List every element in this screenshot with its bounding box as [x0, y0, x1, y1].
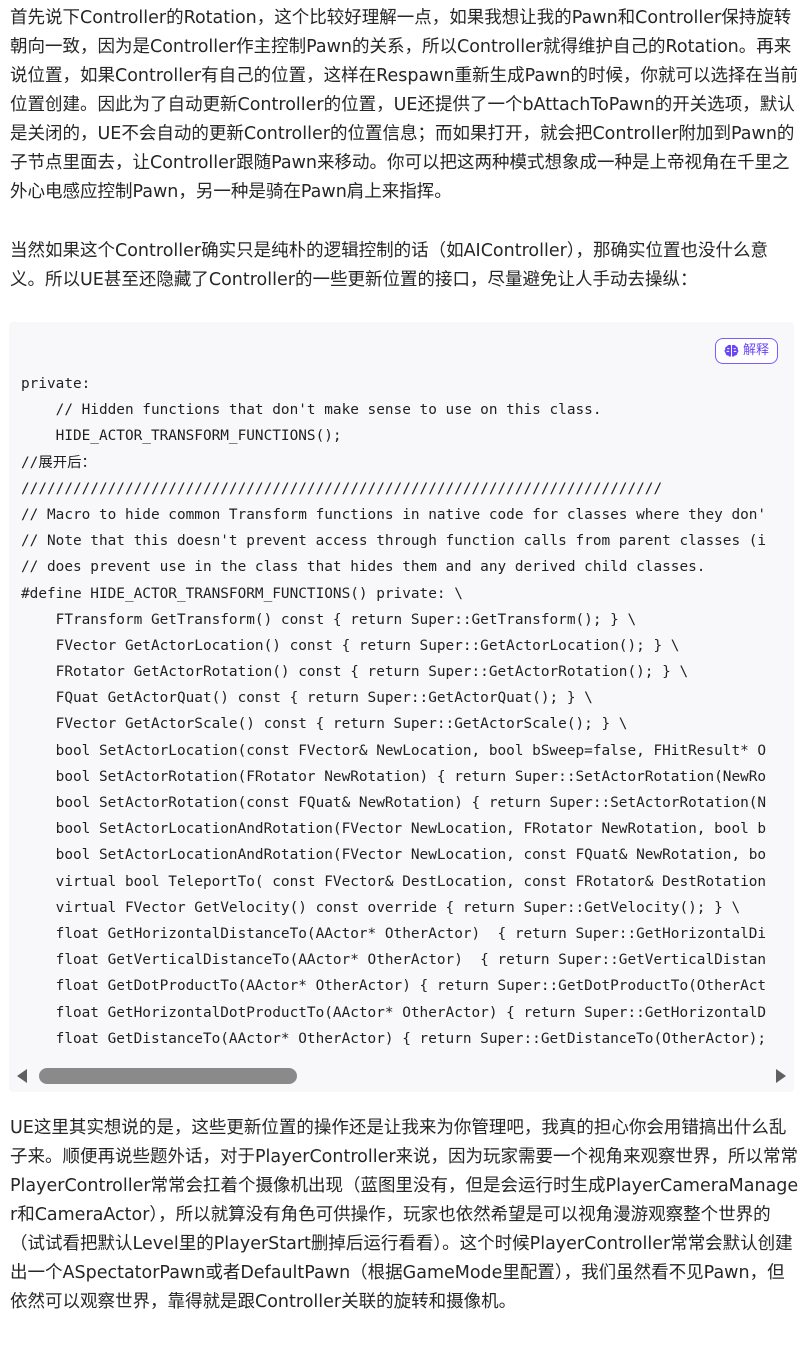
code-line: virtual FVector GetVelocity() const over…: [21, 899, 741, 916]
paragraph-player-controller: UE这里其实想说的是，这些更新位置的操作还是让我来为你管理吧，我真的担心你会用错…: [10, 1118, 799, 1312]
code-block: 解释 private: // Hidden functions that don…: [9, 322, 794, 1092]
explain-button[interactable]: 解释: [714, 338, 778, 364]
code-line: FTransform GetTransform() const { return…: [21, 611, 637, 628]
code-line: bool SetActorRotation(const FQuat& NewRo…: [21, 795, 767, 811]
code-line: HIDE_ACTOR_TRANSFORM_FUNCTIONS();: [21, 428, 342, 445]
code-content: private: // Hidden functions that don't …: [21, 371, 766, 1052]
code-line: float GetDistanceTo(AActor* OtherActor) …: [21, 1030, 767, 1047]
code-line: // does prevent use in the class that hi…: [21, 559, 706, 576]
code-line: private:: [21, 376, 91, 392]
code-line: ////////////////////////////////////////…: [21, 480, 663, 497]
arrow-right-icon[interactable]: [776, 1069, 786, 1083]
code-line: // Note that this doesn't prevent access…: [21, 533, 767, 550]
code-line: float GetDotProductTo(AActor* OtherActor…: [21, 978, 767, 995]
scrollbar-thumb[interactable]: [39, 1068, 297, 1084]
code-line: bool SetActorLocation(const FVector& New…: [21, 742, 767, 759]
code-line: #define HIDE_ACTOR_TRANSFORM_FUNCTIONS()…: [21, 585, 463, 602]
horizontal-scrollbar[interactable]: [9, 1064, 794, 1088]
code-line: FVector GetActorLocation() const { retur…: [21, 637, 680, 654]
code-line: float GetHorizontalDistanceTo(AActor* Ot…: [21, 925, 767, 942]
article: 首先说下Controller的Rotation，这个比较好理解一点，如果我想让我…: [0, 0, 812, 1352]
code-line: FVector GetActorScale() const { return S…: [21, 716, 628, 733]
paragraph-hidden-interfaces: 当然如果这个Controller确实只是纯朴的逻辑控制的话（如AIControl…: [10, 241, 769, 290]
paragraph-controller-rotation: 首先说下Controller的Rotation，这个比较好理解一点，如果我想让我…: [10, 8, 798, 202]
explain-button-label: 解释: [742, 343, 769, 358]
code-line: bool SetActorLocationAndRotation(FVector…: [21, 821, 767, 838]
code-line: // Macro to hide common Transform functi…: [21, 506, 767, 523]
arrow-left-icon[interactable]: [17, 1069, 27, 1083]
code-line: // Hidden functions that don't make sens…: [21, 402, 602, 419]
code-line: bool SetActorLocationAndRotation(FVector…: [21, 847, 767, 864]
code-line: bool SetActorRotation(FRotator NewRotati…: [21, 768, 767, 785]
code-line: float GetHorizontalDotProductTo(AActor* …: [21, 1004, 767, 1021]
code-line: FQuat GetActorQuat() const { return Supe…: [21, 690, 593, 707]
code-line: FRotator GetActorRotation() const { retu…: [21, 664, 689, 681]
code-line: virtual bool TeleportTo( const FVector& …: [21, 873, 767, 890]
code-line: //展开后：: [21, 454, 96, 471]
code-line: float GetVerticalDistanceTo(AActor* Othe…: [21, 952, 767, 969]
brain-icon: [724, 344, 739, 357]
